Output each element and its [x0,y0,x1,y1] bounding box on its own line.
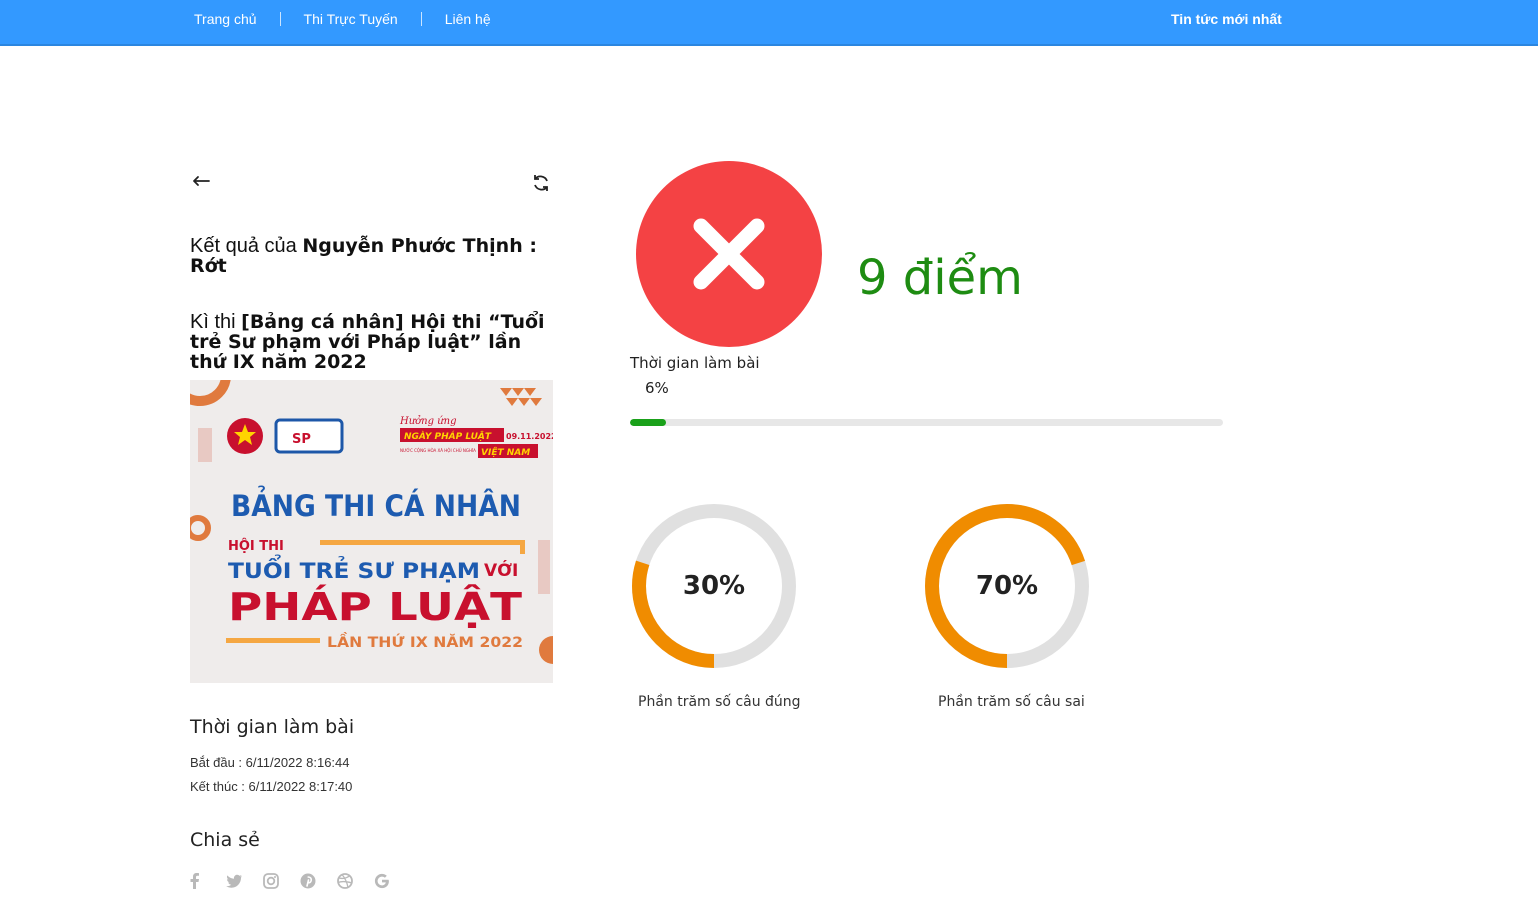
promo-script-text: Hưởng ứng [399,416,456,427]
wrong-percent-value: 70% [975,571,1039,601]
wrong-percent-chart: 70% [922,501,1092,671]
result-prefix: Kết quả của [190,235,303,257]
correct-percent-value: 30% [682,571,746,601]
university-logo-text: SP [292,432,311,447]
correct-percent-chart: 30% [629,501,799,671]
dribbble-icon[interactable] [336,872,354,890]
close-icon [693,218,765,290]
banner-heading: BẢNG THI CÁ NHÂN [231,486,521,523]
left-column [190,160,554,206]
exam-banner-image: SP Hưởng ứng NGÀY PHÁP LUẬT 09.11.2022 N… [190,380,553,683]
share-section-title: Chia sẻ [190,829,260,851]
banner-sub1: HỘI THI [228,538,284,554]
promo-sub-text: NƯỚC CỘNG HÒA XÃ HỘI CHỦ NGHĨA [400,448,476,453]
instagram-icon[interactable] [262,872,280,890]
latest-news-link[interactable]: Tin tức mới nhất [1171,11,1282,27]
nav-contact-link[interactable]: Liên hệ [445,11,491,27]
twitter-icon[interactable] [225,872,243,890]
back-arrow-icon[interactable] [190,170,212,192]
end-time: Kết thúc : 6/11/2022 8:17:40 [190,779,353,794]
banner-sub2: TUỔI TRẺ SƯ PHẠM [228,554,480,583]
google-icon[interactable] [373,872,391,890]
promo-country-text: VIỆT NAM [481,447,530,458]
promo-date-text: 09.11.2022 [506,432,553,441]
banner-sub4: LẦN THỨ IX NĂM 2022 [327,632,523,651]
time-progress-bar [630,419,1223,426]
action-icon-row [190,160,554,206]
fail-status-circle [636,161,822,347]
pinterest-icon[interactable] [299,872,317,890]
nav-separator [420,12,422,26]
refresh-icon[interactable] [530,172,552,194]
social-share-icons [188,872,391,890]
promo-title-text: NGÀY PHÁP LUẬT [404,430,492,442]
exam-title: [Bảng cá nhân] Hội thi “Tuổi trẻ Sư phạm… [190,311,545,373]
score-value: 9 điểm [857,250,1023,306]
facebook-icon[interactable] [188,872,206,890]
result-heading: Kết quả của Nguyễn Phước Thịnh : Rớt [190,236,554,276]
main-nav: Trang chủ Thi Trực Tuyến Liên hệ [194,11,491,27]
banner-sub3: PHÁP LUẬT [228,585,522,629]
correct-percent-label: Phần trăm số câu đúng [638,694,801,710]
nav-separator [279,12,281,26]
time-section-title: Thời gian làm bài [190,716,355,738]
time-progress-fill [630,419,666,426]
nav-home-link[interactable]: Trang chủ [194,11,257,27]
time-progress-label: Thời gian làm bài [630,354,760,372]
wrong-percent-label: Phần trăm số câu sai [938,694,1085,710]
exam-heading: Kì thi [Bảng cá nhân] Hội thi “Tuổi trẻ … [190,312,554,372]
top-nav-bar: Trang chủ Thi Trực Tuyến Liên hệ Tin tức… [0,0,1538,46]
nav-online-exam-link[interactable]: Thi Trực Tuyến [304,11,398,27]
exam-prefix: Kì thi [190,311,242,333]
start-time: Bắt đầu : 6/11/2022 8:16:44 [190,755,350,770]
banner-sub2b: VỚI [484,559,518,581]
time-progress-percent: 6% [645,379,669,397]
banner-artwork: SP Hưởng ứng NGÀY PHÁP LUẬT 09.11.2022 N… [190,380,553,683]
